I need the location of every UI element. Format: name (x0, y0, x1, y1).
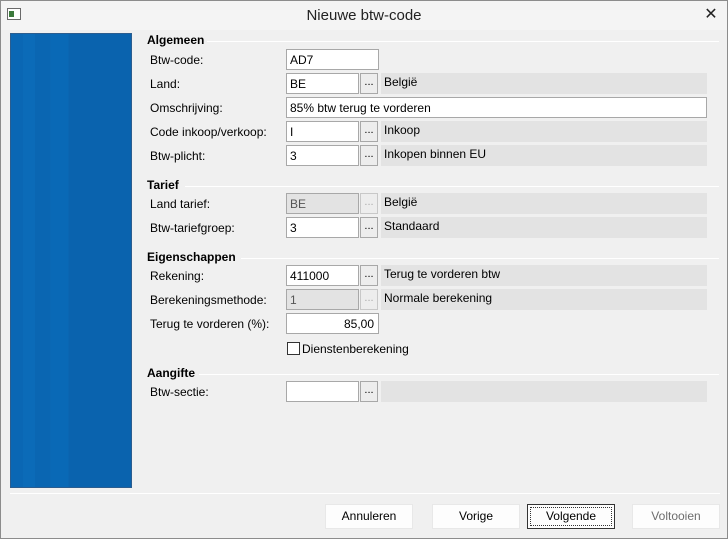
btw-tariefgroep-description: Standaard (381, 217, 707, 238)
omschrijving-label: Omschrijving: (150, 101, 223, 115)
rekening-input[interactable]: 411000 (286, 265, 359, 286)
land-tarief-label: Land tarief: (150, 197, 211, 211)
voltooien-button[interactable]: Voltooien (632, 504, 720, 529)
btw-plicht-input[interactable]: 3 (286, 145, 359, 166)
btw-sectie-input[interactable] (286, 381, 359, 402)
close-icon[interactable]: ✕ (701, 5, 721, 23)
vorige-button[interactable]: Vorige (432, 504, 520, 529)
berekeningsmethode-label: Berekeningsmethode: (150, 293, 267, 307)
land-label: Land: (150, 77, 181, 91)
section-divider (207, 41, 719, 42)
btw-sectie-description (381, 381, 707, 402)
title-bar[interactable]: Nieuwe btw-code ✕ (1, 1, 727, 30)
btw-sectie-label: Btw-sectie: (150, 385, 209, 399)
rekening-browse-button[interactable]: ... (360, 265, 378, 286)
btw-sectie-browse-button[interactable]: ... (360, 381, 378, 402)
wizard-banner-image (10, 33, 132, 488)
window-title: Nieuwe btw-code (306, 7, 422, 24)
volgende-button[interactable]: Volgende (527, 504, 615, 529)
rekening-description: Terug te vorderen btw (381, 265, 707, 286)
btw-tariefgroep-browse-button[interactable]: ... (360, 217, 378, 238)
dienstenberekening-checkbox[interactable] (287, 342, 300, 355)
land-tarief-description: België (381, 193, 707, 214)
land-browse-button[interactable]: ... (360, 73, 378, 94)
land-tarief-input: BE (286, 193, 359, 214)
dienstenberekening-label[interactable]: Dienstenberekening (302, 342, 409, 356)
section-divider (185, 186, 719, 187)
btw-code-input[interactable]: AD7 (286, 49, 379, 70)
land-description: België (381, 73, 707, 94)
omschrijving-input[interactable]: 85% btw terug te vorderen (286, 97, 707, 118)
btw-tariefgroep-label: Btw-tariefgroep: (150, 221, 235, 235)
code-inkoop-verkoop-browse-button[interactable]: ... (360, 121, 378, 142)
berekeningsmethode-description: Normale berekening (381, 289, 707, 310)
section-aangifte-heading: Aangifte (147, 366, 195, 380)
btw-plicht-browse-button[interactable]: ... (360, 145, 378, 166)
btw-code-label: Btw-code: (150, 53, 204, 67)
berekeningsmethode-browse-button: ... (360, 289, 378, 310)
code-inkoop-verkoop-description: Inkoop (381, 121, 707, 142)
code-inkoop-verkoop-input[interactable]: I (286, 121, 359, 142)
land-input[interactable]: BE (286, 73, 359, 94)
section-divider (241, 258, 719, 259)
section-eigenschappen-heading: Eigenschappen (147, 250, 236, 264)
section-algemeen-heading: Algemeen (147, 33, 205, 47)
btw-plicht-description: Inkopen binnen EU (381, 145, 707, 166)
terug-te-vorderen-input[interactable]: 85,00 (286, 313, 379, 334)
section-tarief-heading: Tarief (147, 178, 179, 192)
code-inkoop-verkoop-label: Code inkoop/verkoop: (150, 125, 267, 139)
btw-plicht-label: Btw-plicht: (150, 149, 206, 163)
berekeningsmethode-input: 1 (286, 289, 359, 310)
btw-tariefgroep-input[interactable]: 3 (286, 217, 359, 238)
section-divider (199, 374, 719, 375)
footer-divider (10, 493, 720, 494)
rekening-label: Rekening: (150, 269, 205, 283)
terug-te-vorderen-label: Terug te vorderen (%): (150, 317, 270, 331)
land-tarief-browse-button: ... (360, 193, 378, 214)
dialog-window: Nieuwe btw-code ✕ Algemeen Btw-code: AD7… (0, 0, 728, 539)
annuleren-button[interactable]: Annuleren (325, 504, 413, 529)
